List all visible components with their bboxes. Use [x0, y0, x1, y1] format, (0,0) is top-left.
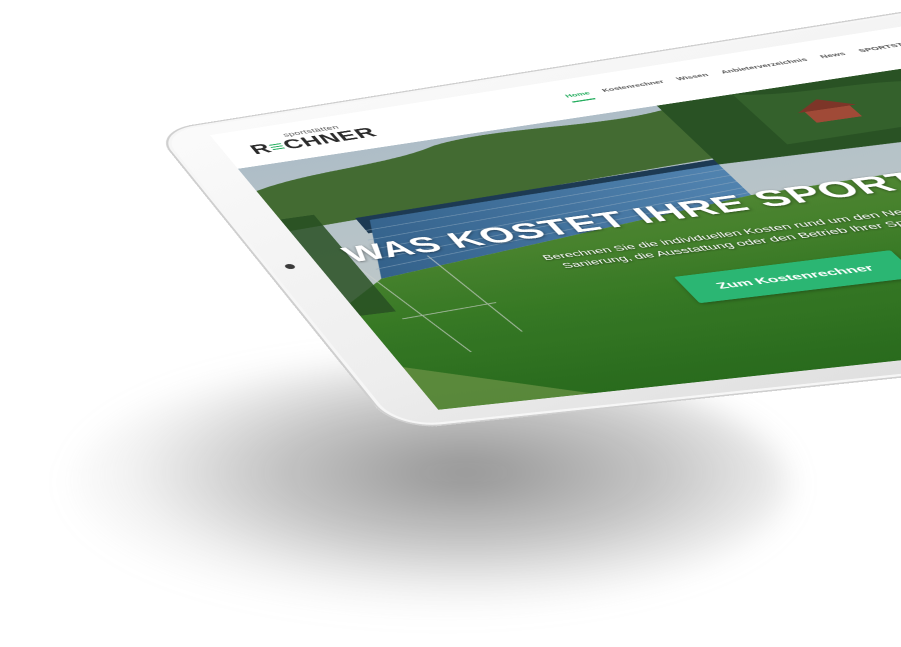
nav-item-sportstaettenreferator[interactable]: SPORTSTÄTTENREFERATOR	[857, 29, 901, 54]
tablet-device: sportstätten R≡CHNER Home Kostenrechner …	[153, 0, 901, 431]
nav-item-news[interactable]: News	[819, 52, 848, 60]
scene: sportstätten R≡CHNER Home Kostenrechner …	[0, 0, 901, 647]
nav-item-kostenrechner[interactable]: Kostenrechner	[601, 80, 666, 93]
nav-item-wissen[interactable]: Wissen	[675, 73, 710, 82]
nav-item-home[interactable]: Home	[564, 91, 591, 99]
nav-item-anbieterverzeichnis[interactable]: Anbieterverzeichnis	[720, 58, 810, 75]
